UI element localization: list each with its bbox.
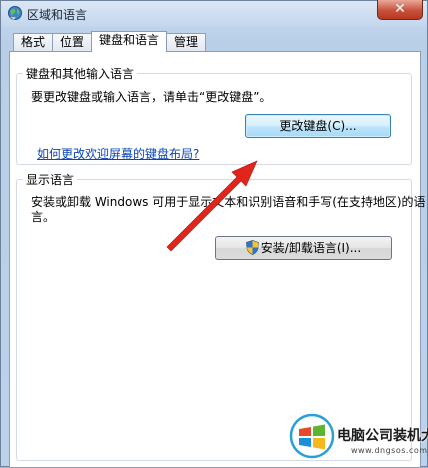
change-keyboards-button[interactable]: 更改键盘(C)... [245,114,391,138]
tab-strip: 格式 位置 键盘和语言 管理 [13,31,207,52]
watermark-url: www.dngsos.com [351,446,428,455]
install-uninstall-languages-button[interactable]: 安装/卸载语言(I)... [215,236,392,260]
watermark: 电脑公司装机大师 www.dngsos.com [285,409,428,465]
keyboards-group: 键盘和其他输入语言 要更改键盘或输入语言，请单击“更改键盘”。 更改键盘(C).… [16,65,412,165]
uac-shield-icon [245,240,259,255]
region-language-dialog: 区域和语言 ✕ 格式 位置 键盘和语言 管理 键盘和其他输入语言 要更改键盘或输… [0,0,428,468]
install-uninstall-languages-label: 安装/卸载语言(I)... [260,241,362,255]
keyboards-description: 要更改键盘或输入语言，请单击“更改键盘”。 [31,90,272,104]
display-language-group-title: 显示语言 [23,171,78,188]
keyboard-layout-help-link[interactable]: 如何更改欢迎屏幕的键盘布局? [37,145,199,162]
tab-formats[interactable]: 格式 [13,33,54,51]
display-language-description-2: 言。 [31,210,56,224]
tab-keyboards-languages[interactable]: 键盘和语言 [91,31,168,52]
watermark-title: 电脑公司装机大师 [337,428,428,444]
close-icon: ✕ [394,1,406,17]
tab-location[interactable]: 位置 [52,33,93,51]
tab-panel: 键盘和其他输入语言 要更改键盘或输入语言，请单击“更改键盘”。 更改键盘(C).… [9,51,426,468]
keyboards-group-title: 键盘和其他输入语言 [23,65,138,82]
window-title: 区域和语言 [27,8,88,22]
close-button[interactable]: ✕ [377,0,423,20]
globe-icon [8,6,22,21]
title-bar[interactable]: 区域和语言 ✕ [1,0,427,27]
display-language-description-1: 安装或卸载 Windows 可用于显示文本和识别语音和手写(在支持地区)的语 [31,195,426,209]
tab-administrative[interactable]: 管理 [166,33,207,51]
windows-logo-icon [289,413,335,459]
